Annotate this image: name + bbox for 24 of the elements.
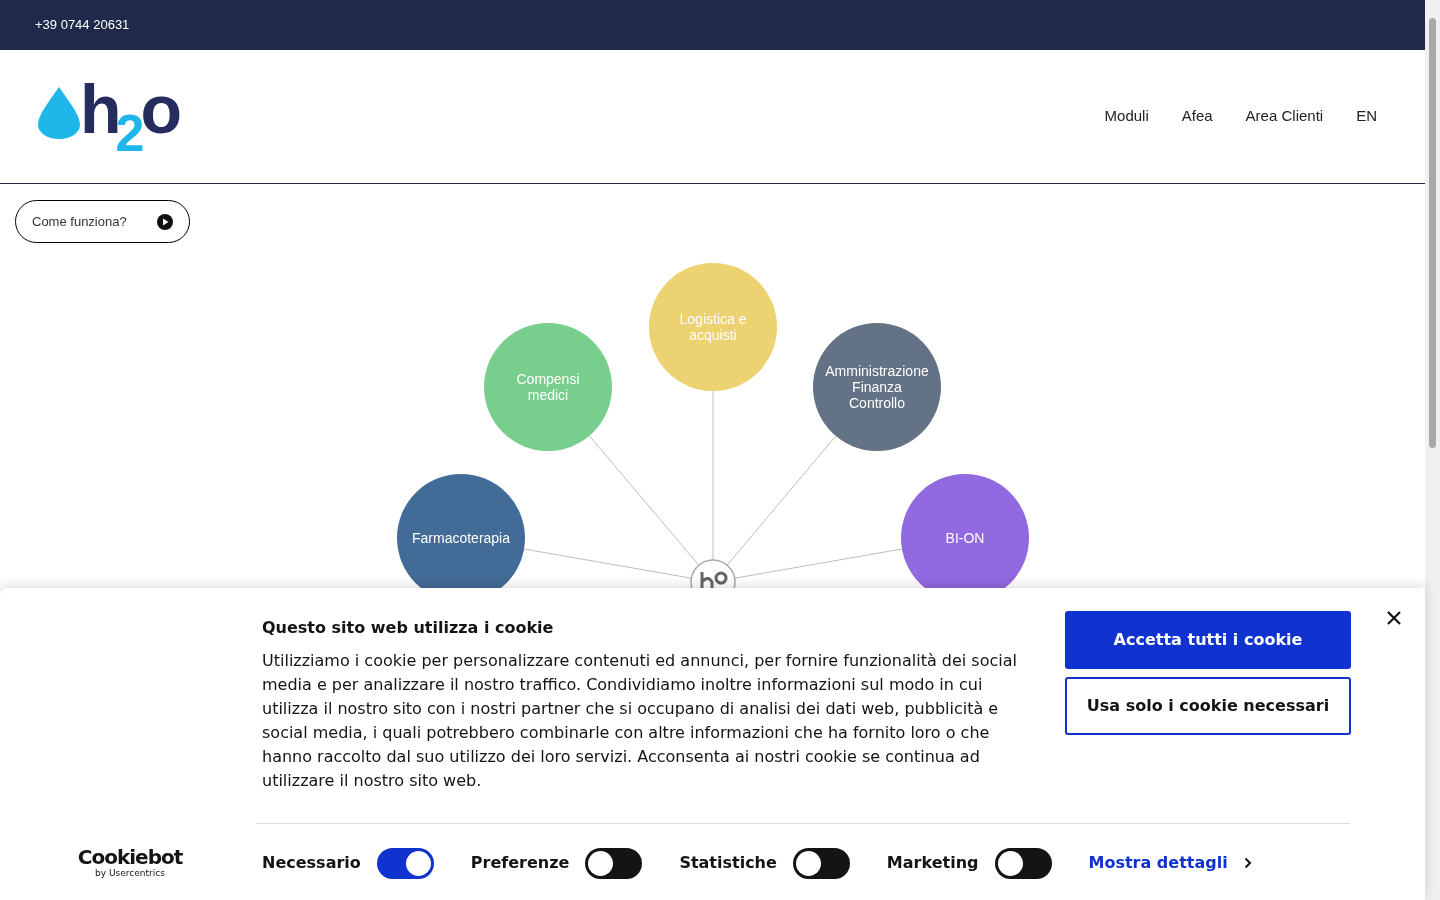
drop-icon — [38, 86, 80, 139]
nav-link[interactable]: Afea — [1181, 105, 1213, 128]
nav-link[interactable]: Moduli — [1104, 105, 1149, 128]
toggle-switch[interactable] — [792, 847, 850, 879]
phone-number[interactable]: +39 0744 20631 — [35, 15, 130, 35]
banner-title: Questo sito web utilizza i cookie — [262, 618, 555, 638]
module-node[interactable]: Amministrazione Finanza Controllo — [813, 323, 941, 451]
cookiebot-logo[interactable]: Cookiebot by Usercentrics — [0, 847, 262, 879]
toggle-switch[interactable] — [585, 847, 643, 879]
play-icon — [157, 213, 173, 230]
toggle-label: Marketing — [886, 852, 979, 874]
close-icon — [1387, 611, 1401, 625]
details-link[interactable]: Mostra dettagli — [1088, 851, 1252, 875]
accept-all-button[interactable]: Accetta tutti i cookie — [1065, 611, 1351, 669]
chevron-right-icon — [1243, 857, 1252, 869]
nav-link[interactable]: EN — [1356, 105, 1377, 128]
toggle-label: Necessario — [262, 852, 361, 874]
banner-text: Utilizziamo i cookie per personalizzare contenuti ed annunci, per fornire funzionalità dei social media e per analizzare il nostro traffico. Condividiamo inoltre informazioni sul modo in cui utilizza il nostro sito con i nostri partner che si occupano di analisi dei dati web, pubblicità e social media, i quali potrebbero combinarle con altre informazioni che ha fornito loro o che hanno raccolto dal suo utilizzo dei loro servizi. Acconsenta ai nostri cookie se continua ad utilizzare il nostro sito web. — [262, 650, 1018, 792]
necessary-only-button[interactable]: Usa solo i cookie necessari — [1065, 677, 1351, 735]
toggle-switch[interactable] — [994, 847, 1052, 879]
nav-link[interactable]: Area Clienti — [1245, 105, 1324, 128]
toggle-label: Statistiche — [679, 852, 777, 874]
toggle-switch[interactable] — [376, 847, 434, 879]
toggle-label: Preferenze — [470, 852, 570, 874]
